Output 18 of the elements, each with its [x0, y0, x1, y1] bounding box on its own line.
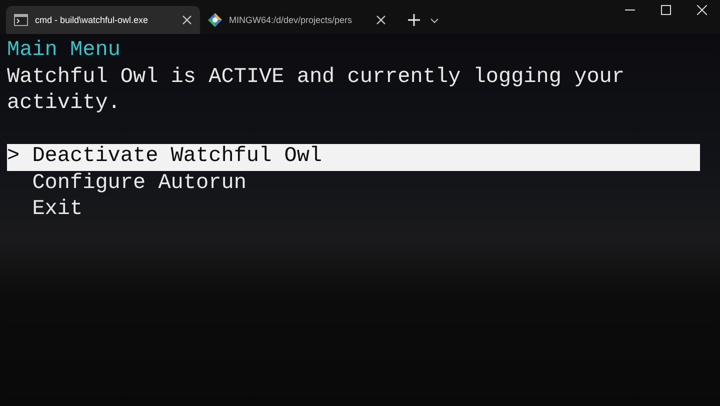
tab-title: cmd - build\watchful-owl.exe: [35, 15, 150, 25]
menu-heading: Main Menu: [7, 38, 122, 64]
close-icon[interactable]: [376, 15, 386, 25]
menu-item[interactable]: > Deactivate Watchful Owl: [7, 144, 700, 170]
maximize-icon[interactable]: [661, 5, 671, 15]
status-text: Watchful Owl is ACTIVE and currently logging your: [7, 64, 626, 90]
close-icon[interactable]: [697, 5, 707, 15]
menu-item[interactable]: Exit: [7, 197, 713, 224]
new-tab-icon[interactable]: [408, 14, 420, 26]
terminal-tab[interactable]: MINGW64:/d/dev/projects/pers: [200, 6, 394, 34]
diamond-icon: [208, 13, 222, 27]
menu-item[interactable]: Configure Autorun: [7, 170, 713, 197]
console-icon: [14, 14, 28, 26]
status-text: activity.: [7, 91, 122, 117]
dropdown-chevron-icon[interactable]: [430, 18, 439, 24]
close-icon[interactable]: [182, 15, 192, 25]
terminal-tab[interactable]: cmd - build\watchful-owl.exe: [6, 6, 200, 34]
tab-title: MINGW64:/d/dev/projects/pers: [229, 15, 354, 25]
